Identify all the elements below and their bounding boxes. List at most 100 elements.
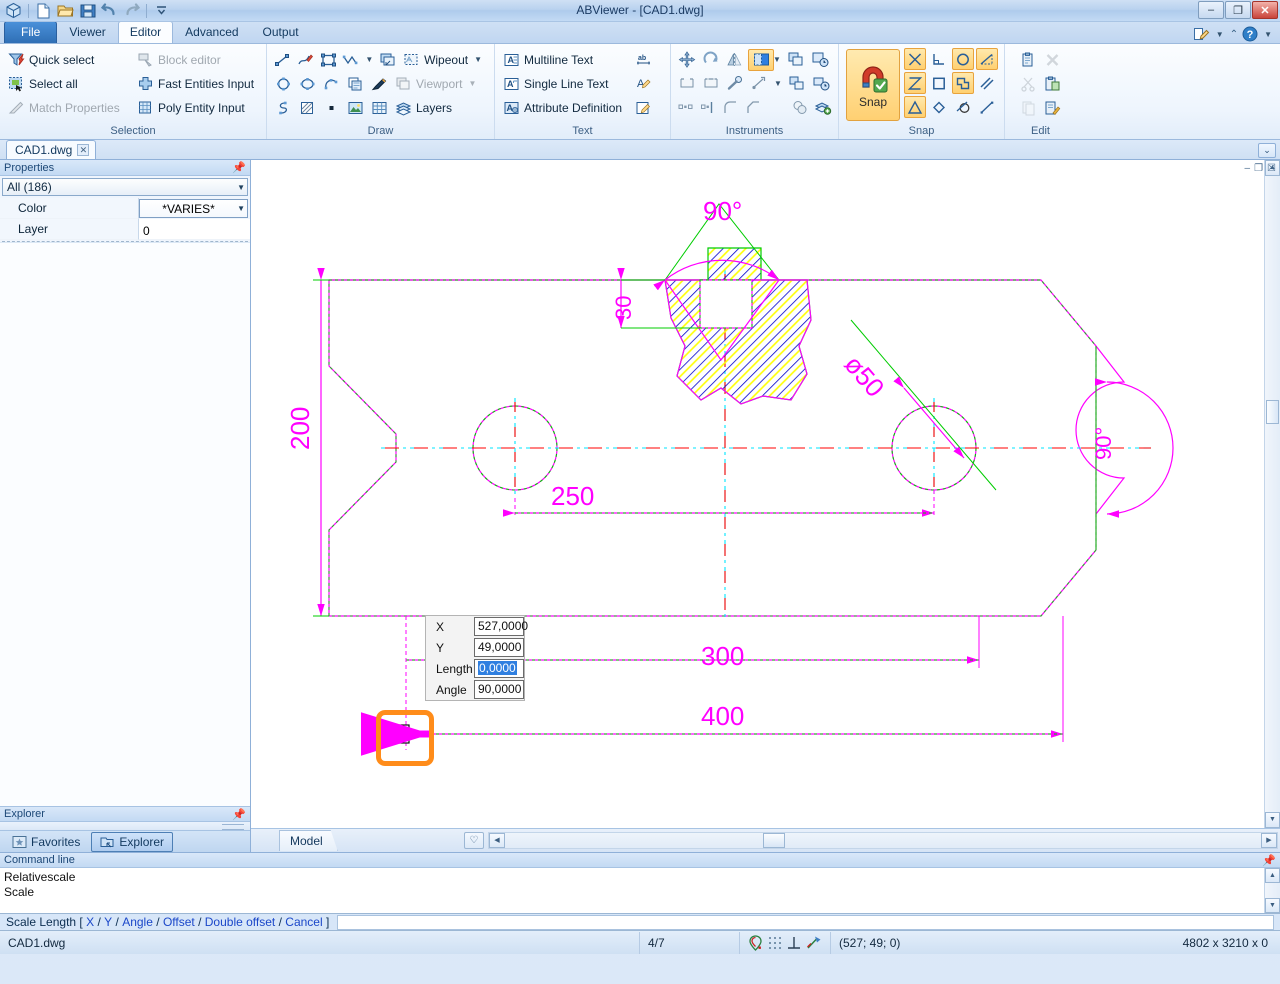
properties-selector-combo[interactable]: All (186) ▼ [2,178,248,196]
ortho-icon[interactable] [787,936,801,950]
snap-perpendicular-icon[interactable] [928,48,950,70]
match-properties-button[interactable]: Match Properties [5,97,132,119]
measure-icon[interactable] [724,73,746,95]
point-icon[interactable] [320,97,342,119]
tab-file[interactable]: File [4,21,57,43]
rotate-icon[interactable] [700,49,722,71]
document-tab-close-icon[interactable]: ✕ [77,144,89,156]
wipeout-button[interactable]: Wipeout ▼ [400,49,489,71]
input-field-y[interactable]: 49,0000 [474,638,524,657]
viewport-button[interactable]: Viewport ▼ [392,73,483,95]
command-scroll-up-button[interactable]: ▲ [1265,868,1280,883]
prompt-option-x[interactable]: X [86,915,94,929]
ellipse-icon[interactable] [296,73,318,95]
help-icon[interactable]: ? [1242,26,1258,42]
spline-caret-icon[interactable]: ▼ [363,55,375,64]
dimension-linear-icon[interactable] [809,49,831,71]
model-tab[interactable]: Model [279,830,338,851]
paste-icon[interactable] [1018,49,1040,71]
dimension-angular-icon[interactable] [810,73,832,95]
snap-quadrant-icon[interactable] [952,72,974,94]
delete-icon[interactable] [1042,49,1064,71]
snap-tangent-icon[interactable] [952,96,974,118]
minimize-button[interactable]: – [1198,1,1224,19]
chamfer-icon[interactable] [744,97,765,119]
scroll-left-button[interactable]: ◀ [489,833,505,848]
copy-entity-icon[interactable] [344,73,366,95]
fast-entities-input-button[interactable]: Fast Entities Input [134,73,261,95]
coordinate-input-dialog[interactable]: X 527,0000 Y 49,0000 Length 0,0000 [425,615,525,701]
input-field-x[interactable]: 527,0000 [474,617,524,636]
circle-icon[interactable] [272,73,294,95]
close-button[interactable]: ✕ [1252,1,1278,19]
panel-splitter[interactable] [0,822,250,830]
property-value-color[interactable]: *VARIES* ▼ [139,199,248,218]
command-input-field[interactable] [337,915,1274,930]
input-field-length[interactable]: 0,0000 [474,659,524,678]
scale-caret-icon[interactable]: ▼ [772,79,784,88]
help-caret-icon[interactable]: ▼ [1262,30,1274,39]
prompt-option-y[interactable]: Y [104,915,112,929]
block-editor-button[interactable]: Block editor [134,49,261,71]
prompt-option-double-offset[interactable]: Double offset [205,915,276,929]
pin-icon[interactable]: 📌 [1262,854,1276,867]
move-icon[interactable] [676,49,698,71]
line-icon[interactable] [272,49,293,71]
property-row-color[interactable]: Color *VARIES* ▼ [0,198,250,219]
grid-snap-icon[interactable] [768,936,782,950]
model-tab-menu-button[interactable]: ♡ [464,832,484,849]
canvas-horizontal-scrollbar[interactable]: ◀ ▶ [488,832,1278,849]
selection-mode-caret-icon[interactable]: ▼ [771,55,783,64]
array-icon[interactable] [786,73,808,95]
edit-text-icon[interactable] [632,97,654,119]
cad-canvas[interactable]: – ❐ ☒ [251,160,1280,828]
text-align-icon[interactable]: ab [632,49,654,71]
stretch-icon[interactable] [676,97,697,119]
attribute-definition-button[interactable]: A Attribute Definition [500,97,622,119]
restore-button[interactable]: ❐ [1225,1,1251,19]
clear-format-icon[interactable] [1042,97,1064,119]
tab-viewer[interactable]: Viewer [57,21,117,43]
pin-icon[interactable]: 📌 [232,808,246,821]
ribbon-toggle-button[interactable]: ⌄ [1258,143,1276,158]
canvas-vertical-scrollbar[interactable]: ▲ ▼ [1264,160,1280,828]
scale-icon[interactable] [748,73,770,95]
cut-icon[interactable] [1018,73,1040,95]
pin-icon[interactable]: 📌 [232,161,246,174]
snap-node-icon[interactable] [928,96,950,118]
brush-icon[interactable] [368,73,390,95]
prompt-option-offset[interactable]: Offset [163,915,195,929]
copy-icon[interactable] [785,49,807,71]
command-line-scrollbar[interactable]: ▲ ▼ [1264,868,1280,913]
paste-special-icon[interactable] [1042,73,1064,95]
vertical-scroll-thumb[interactable] [1266,400,1279,424]
snap-insertion-icon[interactable] [904,96,926,118]
restore-down-icon[interactable]: – [1245,163,1251,174]
fillet-icon[interactable] [721,97,742,119]
viewport-caret-icon[interactable]: ▼ [466,79,478,88]
mirror-icon[interactable] [724,49,746,71]
table-icon[interactable] [368,97,390,119]
edit-mode-caret-icon[interactable]: ▼ [1214,30,1226,39]
poly-entity-input-button[interactable]: Poly Entity Input [134,97,261,119]
snap-apparent-intersection-icon[interactable] [904,72,926,94]
copy-clipboard-icon[interactable] [1018,97,1040,119]
text-style-icon[interactable]: A [632,73,654,95]
prompt-option-cancel[interactable]: Cancel [285,915,322,929]
multiline-text-button[interactable]: A Multiline Text [500,49,622,71]
extend-icon[interactable] [700,73,722,95]
snap-nearest-icon[interactable] [976,48,998,70]
wipeout-caret-icon[interactable]: ▼ [472,55,484,64]
trim-icon[interactable] [676,73,698,95]
layers-button[interactable]: Layers [392,97,457,119]
property-value-layer[interactable]: 0 [139,219,250,240]
snap-endpoint-icon[interactable] [976,96,998,118]
snap-toggle-button[interactable]: Snap [846,49,900,121]
tab-output[interactable]: Output [251,21,311,43]
tab-explorer[interactable]: Explorer [91,832,173,852]
edit-mode-icon[interactable] [1193,27,1210,42]
restore-window-icon[interactable]: ❐ [1254,163,1263,174]
snap-parallel-icon[interactable] [976,72,998,94]
document-tab-cad1[interactable]: CAD1.dwg ✕ [6,140,96,159]
union-icon[interactable] [790,97,811,119]
